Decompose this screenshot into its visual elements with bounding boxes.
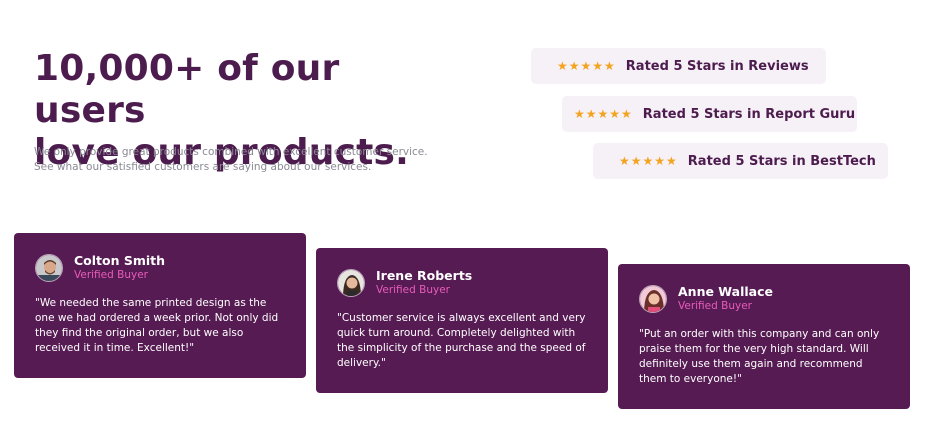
verified-badge: Verified Buyer: [376, 284, 450, 296]
reviewer-name: Anne Wallace: [678, 284, 773, 299]
avatar: [337, 268, 365, 297]
rating-badge-reviews: ★★★★★ Rated 5 Stars in Reviews: [531, 48, 826, 84]
rating-badge-report-guru: ★★★★★ Rated 5 Stars in Report Guru: [562, 96, 857, 132]
testimonial-card-anne: Anne Wallace Verified Buyer "Put an orde…: [618, 264, 910, 409]
reviewer-name: Colton Smith: [74, 253, 166, 268]
section-description: We only provide great products combined …: [34, 146, 428, 173]
testimonial-quote: "Put an order with this company and can …: [639, 328, 880, 385]
reviewer-name: Irene Roberts: [376, 268, 473, 283]
star-rating-icon: ★★★★★: [574, 107, 633, 121]
reviewer-info: Colton Smith Verified Buyer: [35, 253, 284, 282]
rating-label: Rated 5 Stars in Reviews: [625, 58, 809, 74]
rating-badge-besttech: ★★★★★ Rated 5 Stars in BestTech: [593, 143, 888, 179]
testimonial-card-colton: Colton Smith Verified Buyer "We needed t…: [14, 233, 306, 378]
avatar: [35, 253, 63, 282]
testimonial-card-irene: Irene Roberts Verified Buyer "Customer s…: [316, 248, 608, 393]
rating-label: Rated 5 Stars in Report Guru: [642, 106, 856, 122]
star-rating-icon: ★★★★★: [557, 59, 616, 73]
headline-line-1: 10,000+ of our users: [34, 48, 340, 131]
verified-badge: Verified Buyer: [678, 300, 752, 312]
reviewer-info: Irene Roberts Verified Buyer: [337, 268, 586, 297]
testimonials-section: 10,000+ of our users love our products. …: [0, 0, 928, 437]
testimonial-quote: "Customer service is always excellent an…: [337, 312, 586, 369]
star-rating-icon: ★★★★★: [619, 154, 678, 168]
verified-badge: Verified Buyer: [74, 269, 148, 281]
reviewer-info: Anne Wallace Verified Buyer: [639, 284, 888, 313]
rating-label: Rated 5 Stars in BestTech: [687, 153, 876, 169]
avatar: [639, 284, 667, 313]
testimonial-quote: "We needed the same printed design as th…: [35, 297, 279, 354]
